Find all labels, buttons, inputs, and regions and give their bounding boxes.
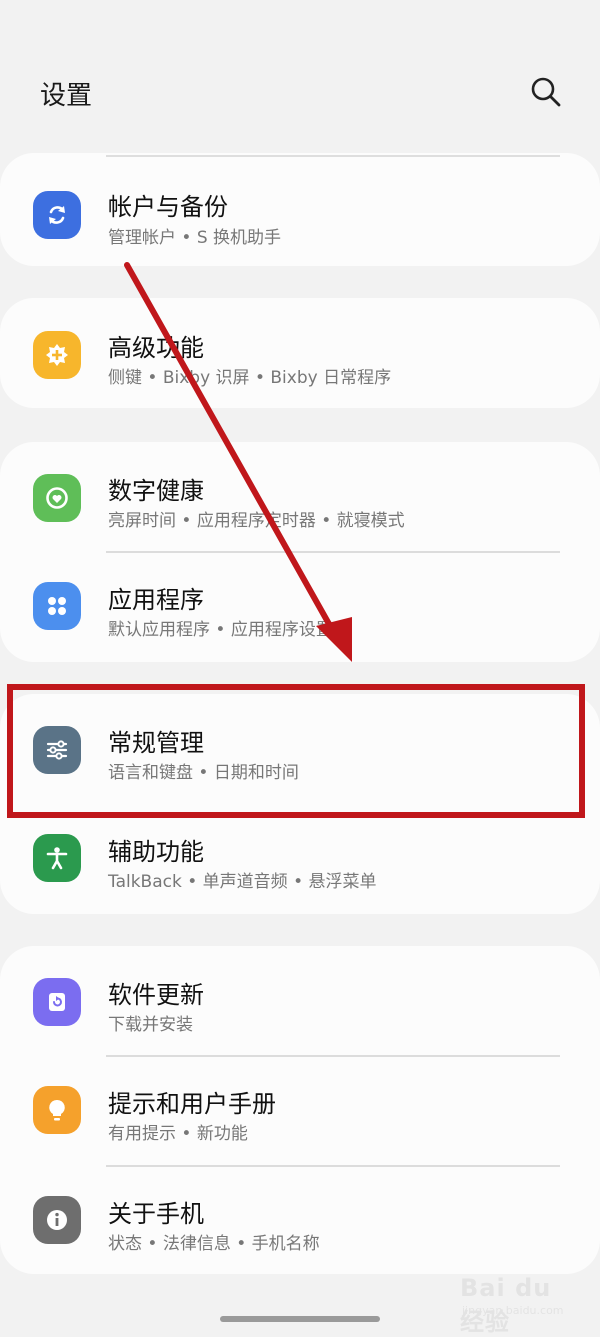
settings-item-apps[interactable]: 应用程序 默认应用程序 • 应用程序设置 [0,552,600,662]
accessibility-icon [33,834,81,882]
tips-bulb-icon [33,1086,81,1134]
item-title: 帐户与备份 [108,193,228,221]
settings-card-general: 常规管理 语言和键盘 • 日期和时间 辅助功能 TalkBack • 单声道音频… [0,694,600,914]
settings-item-about-phone[interactable]: 关于手机 状态 • 法律信息 • 手机名称 [0,1166,600,1276]
settings-item-accounts-backup[interactable]: 帐户与备份 管理帐户 • S 换机助手 [0,156,600,266]
item-subtitle: TalkBack • 单声道音频 • 悬浮菜单 [108,872,377,892]
settings-item-tips-manual[interactable]: 提示和用户手册 有用提示 • 新功能 [0,1056,600,1166]
home-indicator-bar[interactable] [220,1316,380,1322]
item-title: 关于手机 [108,1200,204,1228]
item-title: 提示和用户手册 [108,1090,276,1118]
settings-card-wellbeing-apps: 数字健康 亮屏时间 • 应用程序定时器 • 就寝模式 应用程序 默认应用程序 •… [0,442,600,662]
advanced-features-icon [33,331,81,379]
divider [106,155,560,157]
item-title: 辅助功能 [108,838,204,866]
item-title: 软件更新 [108,981,204,1009]
item-subtitle: 语言和键盘 • 日期和时间 [108,763,299,783]
item-subtitle: 默认应用程序 • 应用程序设置 [108,620,333,640]
sliders-icon [33,726,81,774]
digital-wellbeing-icon [33,474,81,522]
settings-item-software-update[interactable]: 软件更新 下载并安装 [0,946,600,1056]
settings-item-accessibility[interactable]: 辅助功能 TalkBack • 单声道音频 • 悬浮菜单 [0,804,600,914]
item-subtitle: 有用提示 • 新功能 [108,1124,248,1144]
search-icon [531,77,561,107]
info-icon [33,1196,81,1244]
item-subtitle: 状态 • 法律信息 • 手机名称 [108,1234,320,1254]
settings-item-digital-wellbeing[interactable]: 数字健康 亮屏时间 • 应用程序定时器 • 就寝模式 [0,442,600,552]
settings-item-advanced-features[interactable]: 高级功能 侧键 • Bixby 识屏 • Bixby 日常程序 [0,298,600,408]
item-title: 高级功能 [108,334,204,362]
search-button[interactable] [526,72,566,112]
item-title: 常规管理 [108,729,204,757]
sync-icon [33,191,81,239]
header: 设置 [0,0,600,150]
watermark-logo: Bai du 经验 jingyan.baidu.com [460,1268,580,1336]
item-subtitle: 下载并安装 [108,1015,193,1035]
settings-card-accounts: 帐户与备份 管理帐户 • S 换机助手 [0,153,600,266]
item-subtitle: 亮屏时间 • 应用程序定时器 • 就寝模式 [108,511,405,531]
item-title: 数字健康 [108,477,204,505]
software-update-icon [33,978,81,1026]
apps-icon [33,582,81,630]
item-subtitle: 侧键 • Bixby 识屏 • Bixby 日常程序 [108,368,392,388]
settings-card-advanced: 高级功能 侧键 • Bixby 识屏 • Bixby 日常程序 [0,298,600,408]
settings-item-general-management[interactable]: 常规管理 语言和键盘 • 日期和时间 [0,694,600,804]
watermark-subtext: jingyan.baidu.com [462,1304,564,1317]
item-title: 应用程序 [108,586,204,614]
page-title: 设置 [40,81,93,111]
item-subtitle: 管理帐户 • S 换机助手 [108,228,282,248]
settings-card-support: 软件更新 下载并安装 提示和用户手册 有用提示 • 新功能 关于手机 状态 • … [0,946,600,1274]
